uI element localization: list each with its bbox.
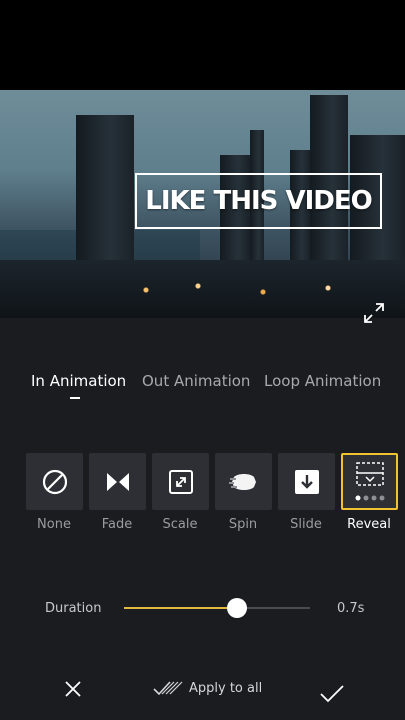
apply-to-all-label: Apply to all [189, 680, 263, 696]
preset-label: None [37, 517, 71, 532]
animation-tabs: In Animation Out Animation Loop Animatio… [0, 372, 405, 402]
preset-label: Spin [228, 517, 258, 532]
city-lights [120, 280, 380, 300]
scale-icon [168, 469, 193, 494]
none-icon [42, 469, 67, 494]
duration-label: Duration [45, 601, 102, 616]
animation-presets: None Fade Scale Spin Slide Reveal [0, 453, 405, 543]
top-bar [0, 0, 405, 90]
preset-slide[interactable] [278, 453, 335, 510]
preset-reveal[interactable] [341, 453, 398, 510]
slide-icon [294, 469, 319, 494]
apply-to-all-button[interactable]: Apply to all [153, 680, 262, 696]
caption-text[interactable]: LIKE THIS VIDEO [135, 173, 382, 229]
duration-value: 0.7s [337, 601, 365, 616]
video-preview[interactable]: LIKE THIS VIDEO [0, 90, 405, 318]
duration-slider-handle[interactable] [227, 598, 248, 618]
confirm-check-icon[interactable] [319, 684, 345, 704]
preset-spin[interactable] [215, 453, 272, 510]
fade-icon [106, 472, 129, 491]
tab-in-animation[interactable]: In Animation [31, 372, 126, 390]
preset-label: Fade [101, 517, 133, 532]
duration-slider-fill [124, 607, 238, 609]
preset-label: Reveal [347, 517, 391, 532]
tab-indicator [70, 397, 80, 399]
spin-icon [228, 473, 256, 490]
close-icon[interactable] [62, 678, 84, 700]
preset-label: Scale [162, 517, 198, 532]
reveal-icon [355, 461, 384, 500]
double-check-icon [153, 681, 183, 696]
preset-none[interactable] [26, 453, 83, 510]
fullscreen-icon[interactable] [362, 301, 386, 325]
tab-loop-animation[interactable]: Loop Animation [264, 372, 381, 390]
tab-out-animation[interactable]: Out Animation [142, 372, 250, 390]
preset-scale[interactable] [152, 453, 209, 510]
preset-fade[interactable] [89, 453, 146, 510]
preset-label: Slide [290, 517, 322, 532]
